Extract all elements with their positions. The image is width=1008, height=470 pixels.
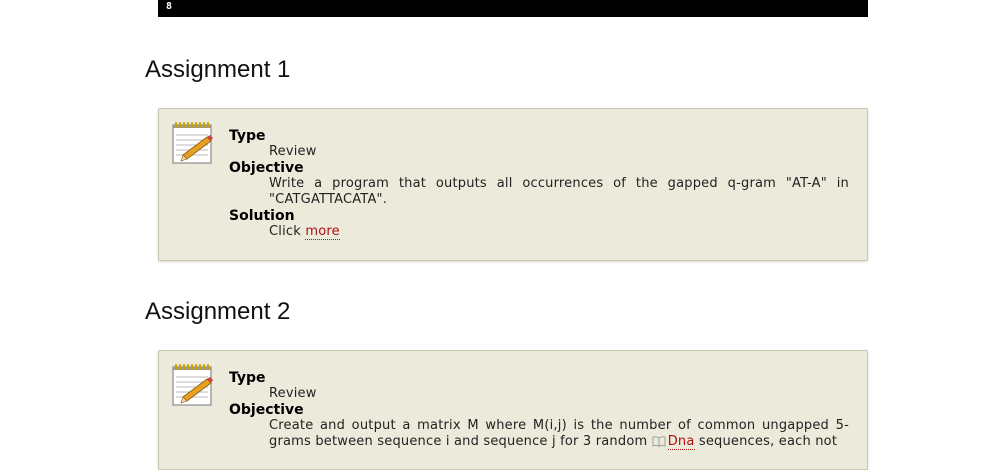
notepad-pencil-icon	[172, 364, 213, 406]
book-icon	[652, 436, 666, 447]
code-output-bar: 8	[158, 0, 868, 17]
assignment-2-details: Type Review Objective Create and output …	[229, 370, 849, 450]
notepad-pencil-icon	[172, 122, 213, 164]
assignment-1-heading: Assignment 1	[145, 56, 291, 83]
type-label: Type	[229, 370, 266, 386]
solution-value: Click more	[269, 224, 849, 240]
solution-label: Solution	[229, 208, 295, 224]
type-value: Review	[269, 386, 317, 401]
solution-prefix: Click	[269, 224, 301, 239]
assignment-1-details: Type Review Objective Write a program th…	[229, 128, 849, 240]
assignment-2-box: Type Review Objective Create and output …	[158, 350, 868, 470]
objective-text: Write a program that outputs all occurre…	[269, 176, 849, 207]
code-output-text: 8	[166, 1, 173, 12]
objective-label: Objective	[229, 402, 304, 418]
objective-label: Objective	[229, 160, 304, 176]
type-label: Type	[229, 128, 266, 144]
objective-text: Create and output a matrix M where M(i,j…	[269, 418, 849, 450]
objective-text-after: sequences, each not	[698, 434, 838, 449]
assignment-1-box: Type Review Objective Write a program th…	[158, 108, 868, 261]
type-value: Review	[269, 144, 317, 159]
assignment-2-heading: Assignment 2	[145, 298, 291, 325]
dna-link[interactable]: Dna	[667, 434, 695, 450]
solution-more-link[interactable]: more	[305, 224, 340, 240]
